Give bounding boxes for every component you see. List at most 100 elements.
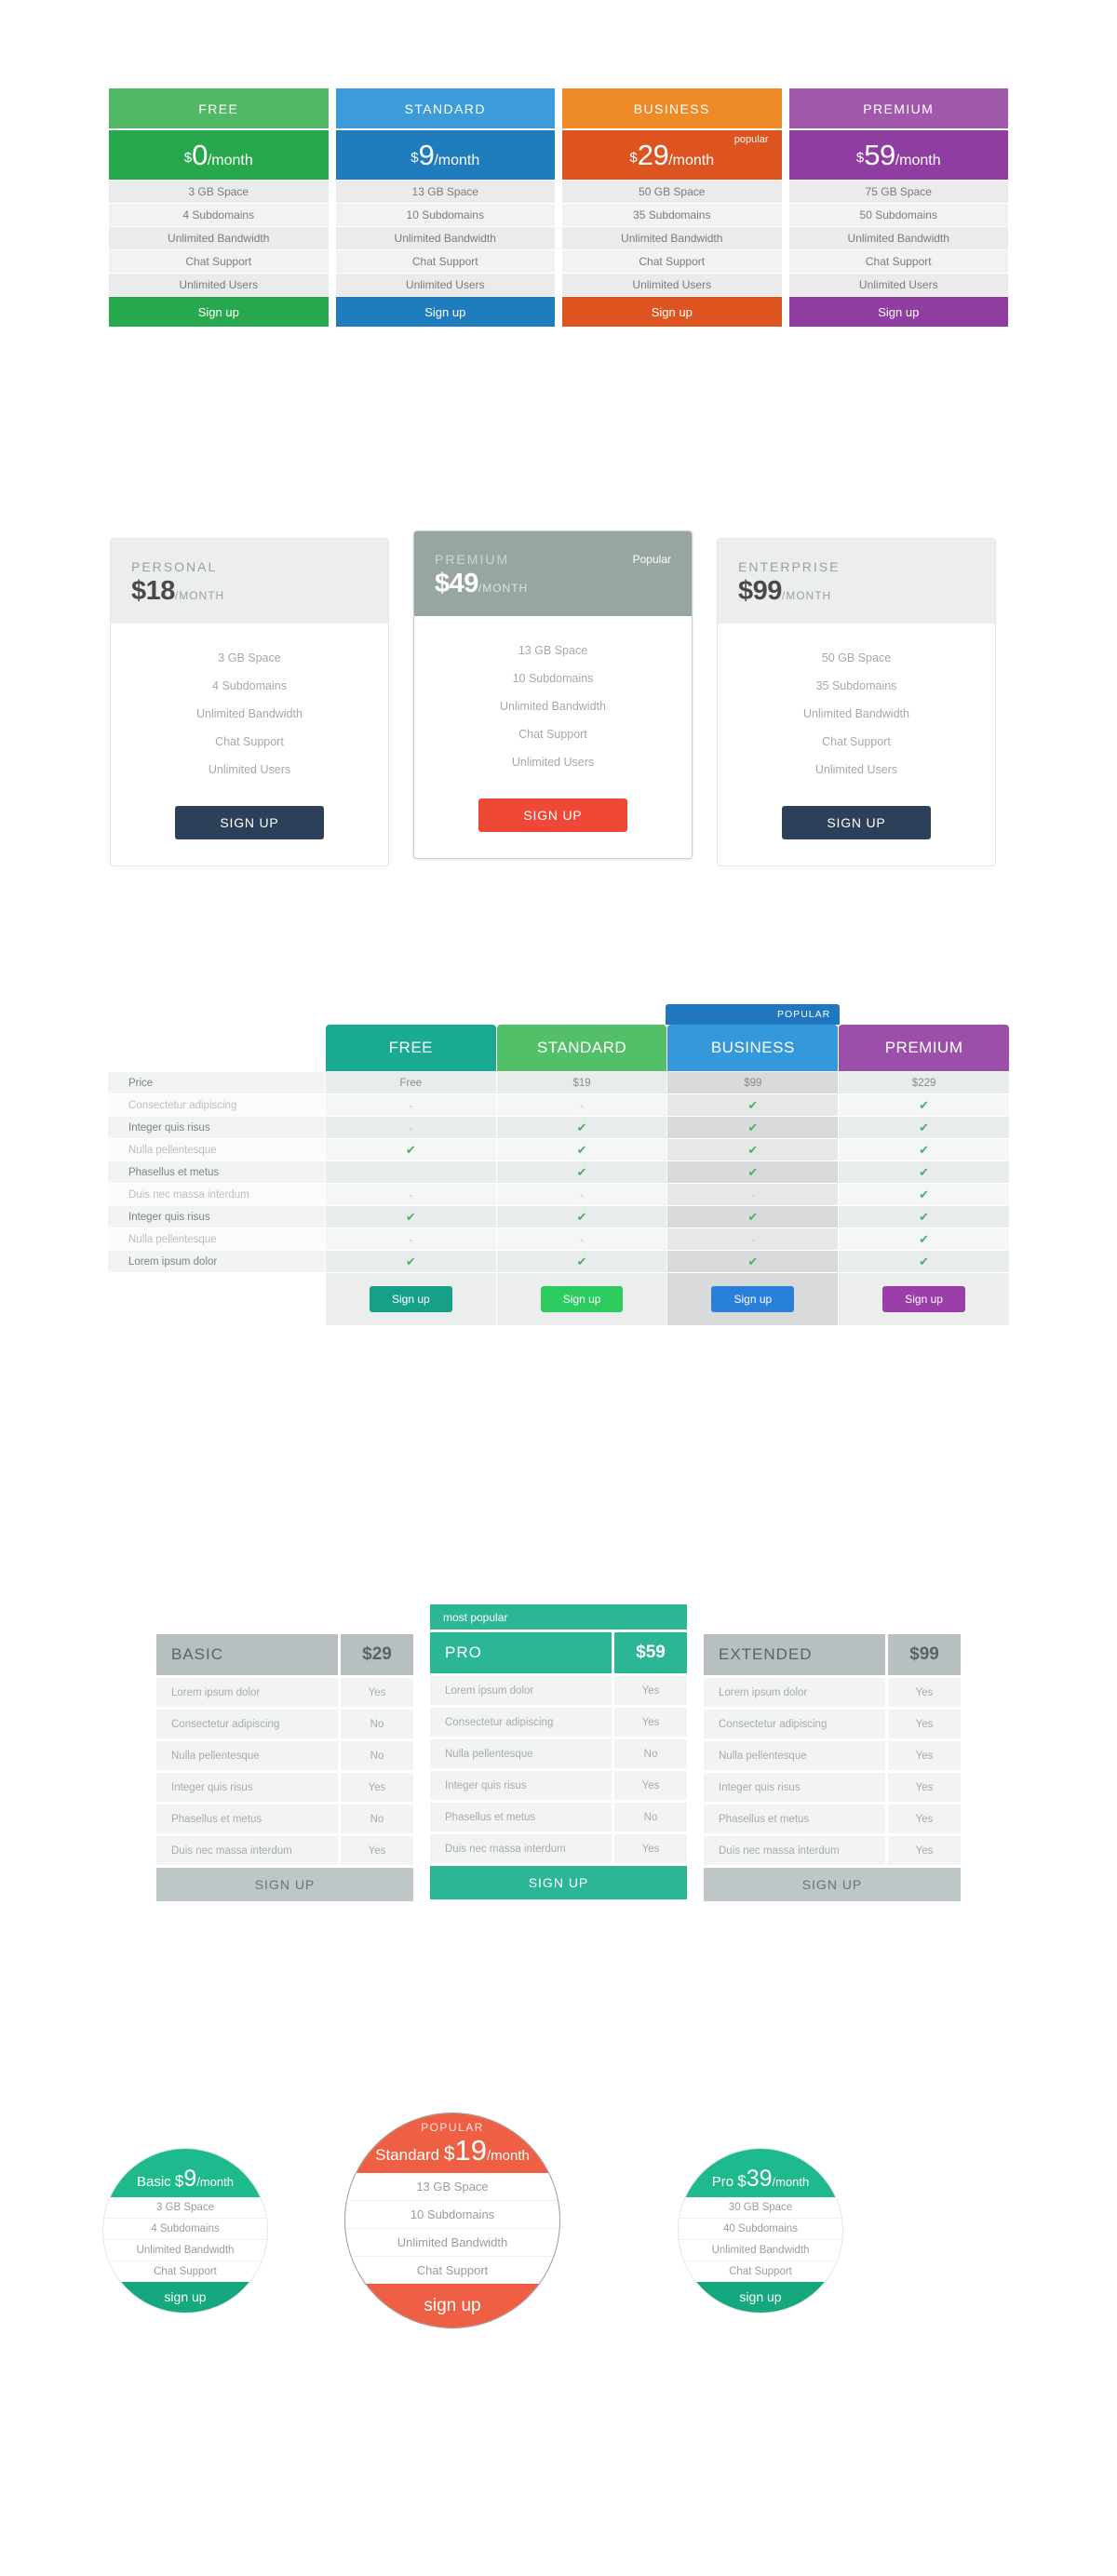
- row-label: Nulla pellentesque: [108, 1228, 325, 1250]
- comparison-row: Duis nec massa interdum - - - ✔: [108, 1184, 1009, 1205]
- currency-symbol: $: [443, 2143, 455, 2166]
- price-period: /month: [207, 152, 253, 168]
- signup-button[interactable]: Sign up: [882, 1286, 965, 1312]
- pricing-card-premium: PREMIUM Popular $49/MONTH 13 GB Space 10 Sub…: [413, 530, 693, 859]
- feature-list: 3 GB Space 4 Subdomains Unlimited Bandwidt…: [103, 2197, 267, 2282]
- pricing-circle-pro: Pro $39/month 30 GB Space 40 Subdomains Unl…: [678, 2148, 843, 2314]
- signup-button[interactable]: SIGN UP: [478, 798, 627, 832]
- signup-button[interactable]: Sign up: [788, 297, 1008, 327]
- feature-label: Nulla pellentesque: [704, 1741, 885, 1770]
- signup-button[interactable]: Sign up: [562, 297, 782, 327]
- row-label: Integer quis risus: [108, 1117, 325, 1138]
- cell-free: Free: [325, 1072, 496, 1093]
- signup-button[interactable]: sign up: [345, 2284, 559, 2328]
- feature-row: Phasellus et metus Yes: [704, 1805, 961, 1833]
- signup-button[interactable]: Sign up: [711, 1286, 795, 1312]
- comparison-table: FREE STANDARD POPULAR BUSINESS PREMIUM Price F…: [107, 1004, 1010, 1326]
- price-value: $29/month: [629, 139, 714, 172]
- check-icon: ✔: [405, 1142, 416, 1157]
- plan-name: BUSINESS: [562, 88, 782, 128]
- feature-row: Integer quis risus Yes: [704, 1773, 961, 1802]
- cell-premium: ✔: [839, 1184, 1009, 1205]
- plan-name: PRO: [430, 1632, 612, 1673]
- check-icon: ✔: [919, 1097, 930, 1112]
- check-icon: ✔: [919, 1254, 930, 1268]
- currency-symbol: $: [629, 150, 638, 167]
- feature-item: Unlimited Bandwidth: [562, 227, 782, 249]
- feature-value: No: [341, 1741, 413, 1770]
- feature-item: Unlimited Bandwidth: [335, 227, 555, 249]
- feature-item: Unlimited Bandwidth: [803, 707, 909, 720]
- cell-business: ✔: [667, 1139, 839, 1161]
- check-icon: ✔: [405, 1209, 416, 1224]
- signup-button[interactable]: Sign up: [335, 297, 555, 327]
- feature-item: Chat Support: [416, 2263, 489, 2278]
- signup-button[interactable]: SIGN UP: [175, 806, 324, 839]
- check-icon: ✔: [576, 1120, 587, 1134]
- plan-price: $59/month: [788, 130, 1008, 180]
- plan-name: EXTENDED: [704, 1634, 885, 1675]
- feature-item: Chat Support: [215, 735, 284, 748]
- currency-symbol: $: [855, 150, 865, 167]
- cell-standard: ✔: [496, 1206, 667, 1228]
- plan-header-premium: PREMIUM: [839, 1025, 1009, 1071]
- feature-item: 13 GB Space: [345, 2173, 559, 2202]
- cell-business: ✔: [667, 1251, 839, 1272]
- price-period: /month: [487, 2148, 530, 2165]
- feature-item: Unlimited Users: [511, 756, 595, 769]
- cell-premium: $229: [839, 1072, 1009, 1093]
- check-icon: ✔: [747, 1097, 759, 1112]
- feature-label: Phasellus et metus: [704, 1805, 885, 1833]
- signup-button[interactable]: sign up: [679, 2281, 842, 2313]
- signup-button[interactable]: SIGN UP: [704, 1868, 961, 1901]
- feature-label: Lorem ipsum dolor: [430, 1676, 612, 1705]
- feature-item: Unlimited Bandwidth: [345, 2229, 559, 2258]
- feature-row: Duis nec massa interdum Yes: [704, 1836, 961, 1865]
- row-label: Nulla pellentesque: [108, 1139, 325, 1161]
- price-amount: 29: [637, 138, 669, 171]
- signup-button[interactable]: Sign up: [369, 1286, 452, 1312]
- signup-button[interactable]: SIGN UP: [156, 1868, 413, 1901]
- check-icon: ✔: [919, 1164, 930, 1179]
- plan-header-free: FREE: [325, 1025, 496, 1071]
- feature-label: Nulla pellentesque: [430, 1739, 612, 1768]
- plan-price: Pro $39/month: [712, 2166, 810, 2193]
- plan-header-business: POPULAR BUSINESS: [666, 1004, 841, 1071]
- cell-free: ✔: [325, 1251, 496, 1272]
- cell-business: -: [667, 1184, 839, 1205]
- pricing-card-personal: PERSONAL $18/MONTH 3 GB Space 4 Subdomains U…: [110, 538, 389, 866]
- signup-button[interactable]: SIGN UP: [430, 1866, 687, 1899]
- feature-item: 10 Subdomains: [345, 2201, 559, 2230]
- plan-name: Standard: [375, 2146, 444, 2165]
- feature-label: Integer quis risus: [156, 1773, 338, 1802]
- feature-item: Unlimited Bandwidth: [109, 227, 329, 249]
- signup-button[interactable]: SIGN UP: [782, 806, 931, 839]
- feature-item: 50 GB Space: [821, 651, 892, 664]
- signup-button[interactable]: Sign up: [109, 297, 329, 327]
- currency-symbol: $: [174, 2171, 184, 2190]
- cell-business: ✔: [667, 1161, 839, 1183]
- signup-button[interactable]: Sign up: [540, 1286, 624, 1312]
- feature-value: Yes: [614, 1676, 687, 1705]
- row-label: Integer quis risus: [108, 1206, 325, 1228]
- check-icon: ✔: [919, 1209, 930, 1224]
- plan-header-standard: STANDARD: [496, 1025, 667, 1071]
- feature-item: Unlimited Bandwidth: [500, 700, 606, 713]
- dash-icon: -: [580, 1098, 585, 1112]
- feature-item: 4 Subdomains: [103, 2219, 267, 2240]
- price-period: /month: [895, 152, 941, 168]
- feature-value: Yes: [341, 1678, 413, 1707]
- feature-row: Integer quis risus Yes: [430, 1771, 687, 1800]
- feature-label: Consectetur adipiscing: [430, 1708, 612, 1737]
- check-icon: ✔: [747, 1142, 759, 1157]
- price-amount: 39: [746, 2165, 773, 2192]
- feature-label: Consectetur adipiscing: [704, 1710, 885, 1738]
- feature-value: No: [341, 1710, 413, 1738]
- plan-price: popular $29/month: [562, 130, 782, 180]
- cell-standard: ✔: [496, 1139, 667, 1161]
- price-amount: 9: [418, 138, 435, 171]
- cell-standard: -: [496, 1228, 667, 1250]
- cell-premium: ✔: [839, 1206, 1009, 1228]
- signup-button[interactable]: sign up: [103, 2281, 267, 2313]
- feature-value: Yes: [341, 1836, 413, 1865]
